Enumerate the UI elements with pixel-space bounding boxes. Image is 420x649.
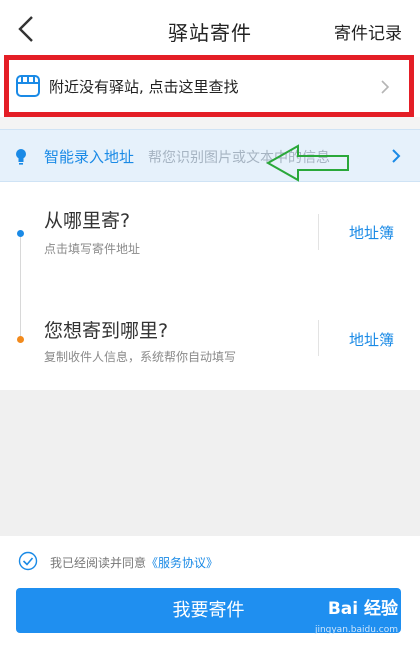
smart-input-label: 智能录入地址 — [44, 148, 135, 166]
top-bar: 驿站寄件 寄件记录 — [0, 0, 420, 58]
section-gap — [0, 117, 420, 129]
watermark-brand: Bai 经验 — [327, 599, 398, 619]
bottom-strip — [0, 636, 420, 649]
annotation-arrow-icon — [265, 144, 349, 182]
recipient-subtitle: 复制收件人信息，系统帮你自动填写 — [44, 350, 237, 364]
recipient-address-book-button[interactable]: 地址簿 — [349, 329, 394, 350]
vertical-divider — [318, 320, 319, 356]
agreement-prefix: 我已经阅读并同意 — [50, 556, 147, 570]
sender-card[interactable]: 从哪里寄? 点击填写寄件地址 地址簿 — [0, 182, 420, 286]
recipient-card[interactable]: 您想寄到哪里? 复制收件人信息，系统帮你自动填写 地址簿 — [0, 286, 420, 390]
watermark-url: jingyan.baidu.com — [314, 625, 398, 635]
chevron-right-icon — [392, 149, 401, 163]
agreement-text: 我已经阅读并同意《服务协议》 — [50, 554, 218, 571]
store-icon — [16, 75, 40, 97]
sender-address-book-button[interactable]: 地址簿 — [349, 222, 394, 243]
recipient-dot — [17, 336, 24, 343]
lightbulb-icon — [16, 149, 26, 165]
service-agreement-link[interactable]: 《服务协议》 — [146, 556, 218, 570]
sender-question: 从哪里寄? — [44, 210, 131, 232]
send-records-link[interactable]: 寄件记录 — [334, 19, 402, 44]
recipient-question: 您想寄到哪里? — [44, 320, 169, 342]
find-station-text: 附近没有驿站, 点击这里查找 — [49, 78, 239, 96]
blank-area — [0, 390, 420, 536]
sender-dot — [17, 230, 24, 237]
route-line — [20, 234, 21, 340]
find-station-banner[interactable]: 附近没有驿站, 点击这里查找 — [4, 55, 414, 117]
sender-subtitle: 点击填写寄件地址 — [44, 242, 141, 256]
chevron-right-icon — [381, 80, 390, 94]
agreement-checkbox-icon[interactable] — [18, 551, 38, 571]
smart-address-input-row[interactable]: 智能录入地址 帮您识别图片或文本中的信息 — [0, 129, 420, 182]
vertical-divider — [318, 214, 319, 250]
